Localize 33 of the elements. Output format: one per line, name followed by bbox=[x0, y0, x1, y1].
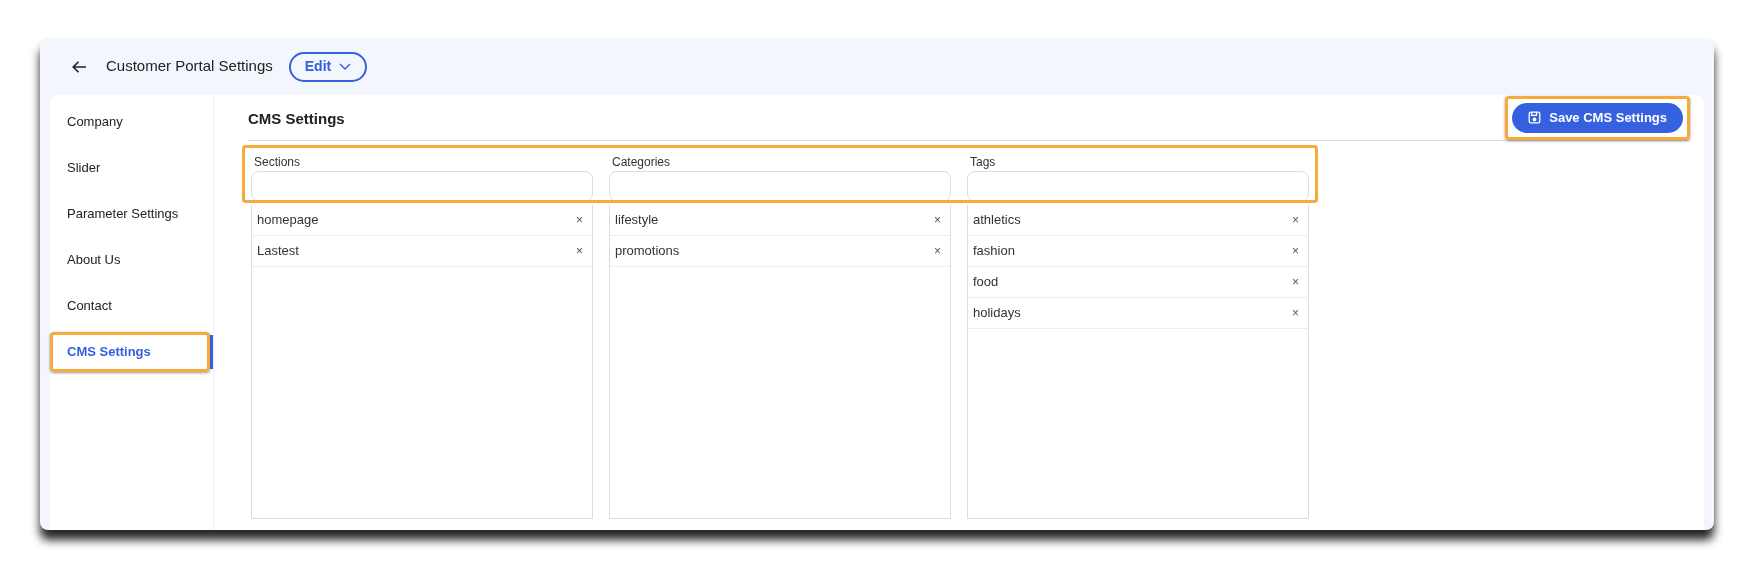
sidebar-item[interactable]: Company bbox=[53, 105, 207, 139]
list-item-text: fashion bbox=[973, 242, 1015, 261]
edit-mode-button[interactable]: Edit bbox=[288, 51, 368, 82]
save-button[interactable]: Save CMS Settings bbox=[1512, 102, 1683, 133]
remove-button[interactable]: × bbox=[572, 245, 587, 257]
sidebar-item[interactable]: Slider bbox=[53, 151, 207, 185]
list-item-text: holidays bbox=[973, 304, 1021, 323]
list-label: Sections bbox=[253, 154, 302, 169]
sidebar-item[interactable]: CMS Settings bbox=[53, 335, 207, 369]
list-label: Tags bbox=[969, 154, 997, 169]
sidebar-item[interactable]: Contact bbox=[53, 289, 207, 323]
list-item-text: athletics bbox=[973, 211, 1021, 230]
list-item-text: promotions bbox=[615, 242, 680, 261]
page-title: Customer Portal Settings bbox=[106, 56, 273, 77]
list-label: Categories bbox=[611, 154, 672, 169]
input-field[interactable] bbox=[609, 171, 951, 202]
remove-button[interactable]: × bbox=[930, 214, 945, 226]
remove-button[interactable]: × bbox=[572, 214, 587, 226]
remove-button[interactable]: × bbox=[1288, 276, 1303, 288]
remove-button[interactable]: × bbox=[1288, 307, 1303, 319]
remove-button[interactable]: × bbox=[1288, 245, 1303, 257]
section-title: CMS Settings bbox=[248, 108, 345, 129]
remove-button[interactable]: × bbox=[1288, 214, 1303, 226]
list-item-text: homepage bbox=[257, 211, 319, 230]
list-item-text: food bbox=[973, 273, 999, 292]
list-item-text: Lastest bbox=[257, 242, 299, 261]
input-field[interactable] bbox=[251, 171, 593, 202]
sidebar-item[interactable]: Parameter Settings bbox=[53, 197, 207, 231]
input-field[interactable] bbox=[967, 171, 1309, 202]
chevron-down-icon bbox=[339, 62, 352, 71]
remove-button[interactable]: × bbox=[930, 245, 945, 257]
list-item-text: lifestyle bbox=[615, 211, 659, 230]
sidebar-item[interactable]: About Us bbox=[53, 243, 207, 277]
